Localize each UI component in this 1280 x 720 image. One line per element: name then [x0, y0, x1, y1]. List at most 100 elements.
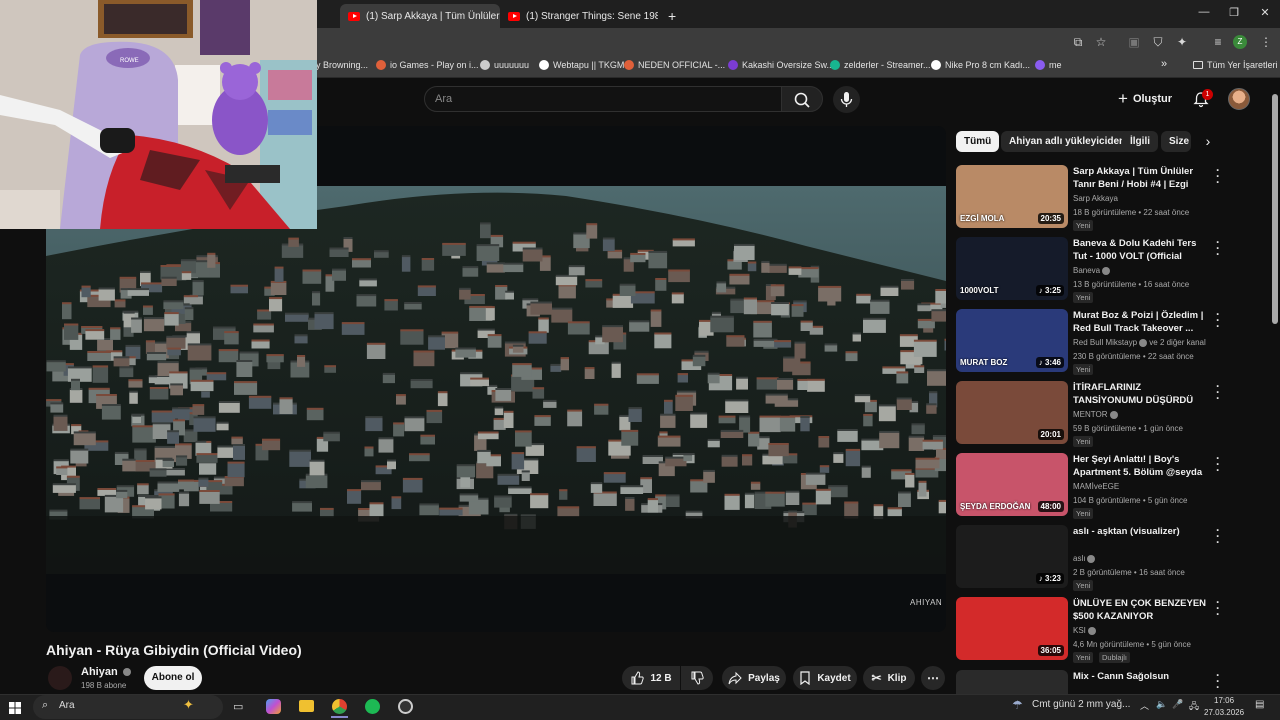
more-options-icon[interactable]: · · · — [1214, 380, 1222, 404]
clock-date[interactable]: 27.03.2026 — [1204, 708, 1244, 717]
chrome-icon[interactable] — [332, 699, 347, 714]
notification-center-icon[interactable]: ▤ — [1255, 699, 1264, 710]
voice-search-button[interactable] — [833, 86, 860, 113]
reading-list-icon[interactable]: ≡ — [1210, 34, 1226, 50]
video-thumbnail[interactable]: ŞEYDA ERDOĞAN 48:00 — [956, 453, 1068, 516]
recommendation-channel[interactable]: MAMİveEGE — [1073, 482, 1119, 491]
more-options-icon[interactable]: · · · — [1214, 670, 1222, 693]
weather-text[interactable]: Cmt günü 2 mm yağ... — [1032, 699, 1130, 710]
video-thumbnail[interactable] — [956, 670, 1068, 694]
profile-avatar[interactable]: Z — [1233, 35, 1247, 49]
clip-button[interactable]: ✂ Klip — [863, 666, 915, 690]
browser-menu-icon[interactable]: ⋮ — [1258, 34, 1274, 50]
bookmark-item[interactable]: NEDEN OFFICIAL -... — [624, 60, 725, 70]
close-window-button[interactable]: ✕ — [1250, 6, 1280, 19]
spotify-icon[interactable] — [365, 699, 380, 714]
channel-name[interactable]: Ahiyan — [81, 666, 131, 678]
channel-avatar[interactable] — [48, 666, 72, 690]
like-button[interactable]: 12 B — [622, 666, 680, 690]
file-explorer-icon[interactable] — [299, 700, 314, 712]
recommendation-title[interactable]: aslı - aşktan (visualizer) — [1073, 525, 1211, 538]
bookmark-item[interactable]: Nike Pro 8 cm Kadı... — [931, 60, 1030, 70]
puzzle-icon[interactable]: ✦ — [1174, 34, 1190, 50]
recommendation-item[interactable]: 1000VOLT ♪ 3:25 Baneva & Dolu Kadehi Ters … — [956, 236, 1232, 303]
create-button[interactable]: + Oluştur — [1118, 88, 1172, 110]
recommendation-title[interactable]: Mix - Canın Sağolsun — [1073, 670, 1211, 683]
bookmark-item[interactable]: y Browning... — [316, 60, 368, 70]
browser-tab-active[interactable]: (1) Sarp Akkaya | Tüm Ünlüler T ✕ — [340, 4, 500, 28]
more-options-icon[interactable]: · · · — [1214, 524, 1222, 548]
restore-button[interactable]: ❐ — [1219, 6, 1249, 19]
more-options-icon[interactable]: · · · — [1214, 164, 1222, 188]
search-button[interactable] — [781, 86, 823, 112]
recommendation-item[interactable]: ♪ 3:23 aslı - aşktan (visualizer) aslı 2 B … — [956, 524, 1232, 591]
copilot-icon[interactable] — [266, 699, 281, 714]
recommendation-item[interactable]: 36:05 ÜNLÜYE EN ÇOK BENZEYEN $500 KAZANIY… — [956, 596, 1232, 663]
share-button[interactable]: Paylaş — [722, 666, 786, 690]
video-thumbnail[interactable]: 20:01 — [956, 381, 1068, 444]
recommendation-channel[interactable]: Red Bull Mikstayp ve 2 diğer kanal — [1073, 338, 1206, 347]
recommendation-channel[interactable]: Sarp Akkaya — [1073, 194, 1118, 203]
recommendation-title[interactable]: Baneva & Dolu Kadehi Ters Tut - 1000 VOL… — [1073, 237, 1211, 263]
subscribe-button[interactable]: Abone ol — [144, 666, 202, 690]
recommendation-channel[interactable]: Baneva — [1073, 266, 1111, 275]
more-options-icon[interactable]: · · · — [1214, 308, 1222, 332]
bookmark-item[interactable]: zelderler - Streamer... — [830, 60, 931, 70]
shield-icon[interactable]: ⛉ — [1150, 34, 1166, 50]
save-button[interactable]: Kaydet — [793, 666, 857, 690]
chevron-right-icon[interactable]: › — [1200, 133, 1216, 151]
bookmark-item[interactable]: io Games - Play on i... — [376, 60, 479, 70]
video-thumbnail[interactable]: 36:05 — [956, 597, 1068, 660]
chip-for-you[interactable]: Size — [1161, 131, 1191, 152]
clock-time[interactable]: 17:06 — [1214, 696, 1234, 705]
more-actions-button[interactable]: ⋯ — [921, 666, 945, 690]
bookmark-item[interactable]: Webtapu || TKGM — [539, 60, 624, 70]
recommendation-title[interactable]: Sarp Akkaya | Tüm Ünlüler Tanır Beni / H… — [1073, 165, 1211, 191]
task-view-icon[interactable]: ▭ — [233, 700, 247, 714]
video-thumbnail[interactable]: ♪ 3:23 — [956, 525, 1068, 588]
bookmark-item[interactable]: me — [1035, 60, 1062, 70]
bookmark-star-icon[interactable]: ☆ — [1093, 34, 1109, 50]
recommendation-title[interactable]: İTİRAFLARINIZ TANSİYONUMU DÜŞÜRDÜ — [1073, 381, 1211, 407]
taskbar-search[interactable]: ⌕ Ara ✦ — [33, 695, 223, 719]
browser-tab[interactable]: (1) Stranger Things: Sene 1985 ✕ — [500, 4, 658, 28]
more-options-icon[interactable]: · · · — [1214, 452, 1222, 476]
recommendation-item[interactable]: MURAT BOZ ♪ 3:46 Murat Boz & Poizi | Özled… — [956, 308, 1232, 375]
windows-start-icon[interactable] — [9, 701, 21, 714]
video-thumbnail[interactable]: EZGİ MOLA 20:35 — [956, 165, 1068, 228]
page-scrollbar[interactable] — [1272, 94, 1278, 324]
video-thumbnail[interactable]: MURAT BOZ ♪ 3:46 — [956, 309, 1068, 372]
new-tab-button[interactable]: + — [660, 4, 682, 28]
recommendation-title[interactable]: Her Şeyi Anlattı! | Boy's Apartment 5. B… — [1073, 453, 1211, 479]
more-options-icon[interactable]: · · · — [1214, 596, 1222, 620]
recommendation-item[interactable]: EZGİ MOLA 20:35 Sarp Akkaya | Tüm Ünlüler … — [956, 164, 1232, 231]
recommendation-channel[interactable]: MENTOR — [1073, 410, 1118, 419]
recommendation-item[interactable]: Mix - Canın Sağolsun · · · — [956, 670, 1232, 694]
extension-icon[interactable]: ▣ — [1126, 34, 1142, 50]
more-options-icon[interactable]: · · · — [1214, 236, 1222, 260]
video-thumbnail[interactable]: 1000VOLT ♪ 3:25 — [956, 237, 1068, 300]
recommendation-title[interactable]: Murat Boz & Poizi | Özledim | Red Bull T… — [1073, 309, 1211, 335]
bookmark-item[interactable]: Kakashi Oversize Sw... — [728, 60, 834, 70]
recommendation-channel[interactable]: aslı — [1073, 554, 1096, 563]
recommendation-item[interactable]: ŞEYDA ERDOĞAN 48:00 Her Şeyi Anlattı! | Bo… — [956, 452, 1232, 519]
account-avatar[interactable] — [1228, 88, 1250, 110]
search-input[interactable]: Ara — [424, 86, 782, 112]
video-frame[interactable] — [46, 186, 946, 574]
microphone-tray-icon[interactable]: 🎤 — [1172, 699, 1183, 710]
speaker-icon[interactable]: 🔈 — [1156, 699, 1167, 710]
recommendation-channel[interactable]: KSI — [1073, 626, 1096, 635]
chip-from-uploader[interactable]: Ahiyan adlı yükleyiciden — [1001, 131, 1134, 152]
bookmark-item[interactable]: uuuuuuu — [480, 60, 529, 70]
cast-icon[interactable]: ⧉ — [1070, 34, 1086, 50]
chip-related[interactable]: İlgili — [1122, 131, 1158, 152]
bookmarks-overflow-icon[interactable]: » — [1161, 58, 1167, 70]
all-bookmarks-folder[interactable]: Tüm Yer İşaretleri — [1193, 60, 1278, 70]
obs-icon[interactable] — [398, 699, 413, 714]
dislike-button[interactable] — [681, 666, 713, 690]
recommendation-title[interactable]: ÜNLÜYE EN ÇOK BENZEYEN $500 KAZANIYOR — [1073, 597, 1211, 623]
minimize-button[interactable]: — — [1189, 6, 1219, 18]
chip-all[interactable]: Tümü — [956, 131, 1000, 152]
recommendation-item[interactable]: 20:01 İTİRAFLARINIZ TANSİYONUMU DÜŞÜRDÜ ME… — [956, 380, 1232, 447]
tray-overflow-icon[interactable]: ︿ — [1140, 699, 1149, 712]
